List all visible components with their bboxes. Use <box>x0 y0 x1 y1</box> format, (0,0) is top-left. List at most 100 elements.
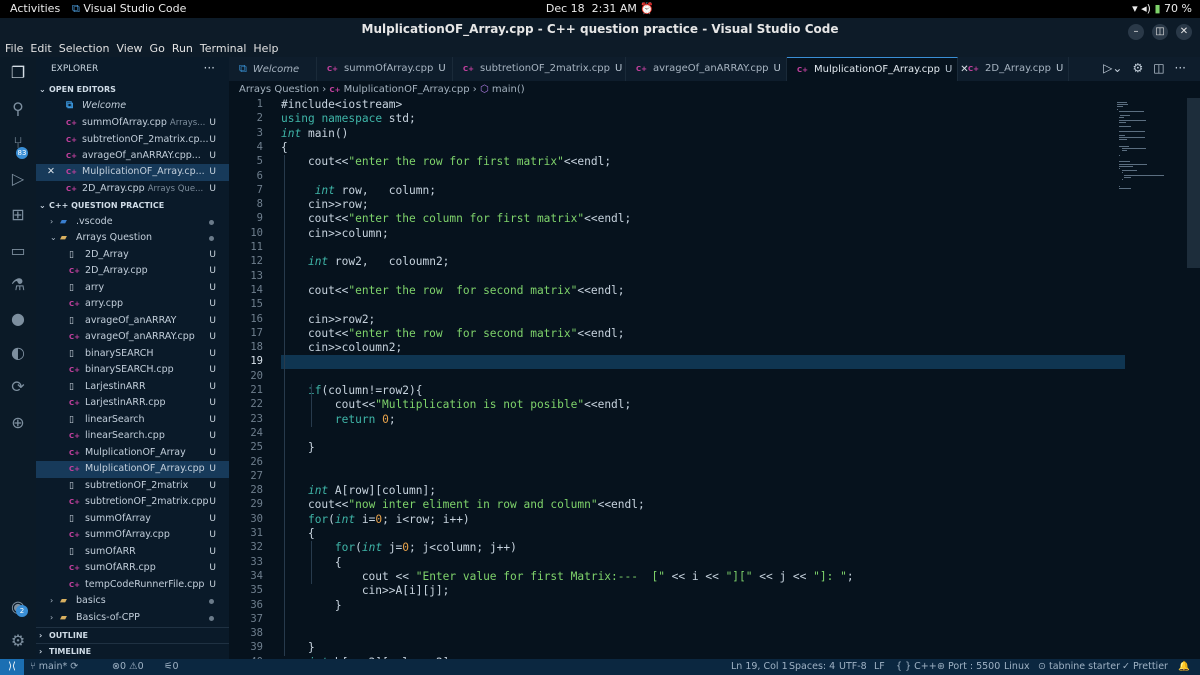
code-line[interactable]: } <box>281 599 342 612</box>
search-icon[interactable]: ⚲ <box>8 99 28 119</box>
code-line[interactable]: int row, column; <box>281 184 436 197</box>
code-line[interactable]: cin>>column; <box>281 227 389 240</box>
menu-terminal[interactable]: Terminal <box>200 42 247 55</box>
extensions-icon[interactable]: ⊞ <box>8 205 28 225</box>
open-editor-item[interactable]: C+ 2D_Array.cpp Arrays Que... U <box>36 181 229 198</box>
code-editor[interactable]: 1 #include<iostream> 2 using namespace std;… <box>229 98 1200 659</box>
breadcrumb-symbol[interactable]: main() <box>492 84 525 95</box>
menu-view[interactable]: View <box>116 42 142 55</box>
eol[interactable]: LF <box>874 659 885 675</box>
split-editor-icon[interactable]: ◫ <box>1153 61 1164 75</box>
code-line[interactable]: } <box>281 441 315 454</box>
tab-summofarray[interactable]: C+ summOfArray.cpp U <box>317 57 453 81</box>
edge-icon[interactable]: ◐ <box>8 343 28 363</box>
code-line[interactable]: cout << "Enter value for first Matrix:--… <box>281 570 854 583</box>
tree-file[interactable]: ▯ 2D_Array U <box>36 247 229 264</box>
timeline-header[interactable]: › TIMELINE <box>36 643 229 660</box>
docker-icon[interactable]: ⊕ <box>8 413 28 433</box>
tree-file[interactable]: ▯ binarySEARCH U <box>36 346 229 363</box>
code-line[interactable]: for(int i=0; i<row; i++) <box>281 513 470 526</box>
indentation[interactable]: Spaces: 4 <box>789 659 835 675</box>
github-icon[interactable]: ● <box>8 309 28 329</box>
run-debug-icon[interactable]: ▷ <box>8 169 28 189</box>
tree-folder[interactable]: › ▰ basics <box>36 593 229 610</box>
tree-file[interactable]: C+ avrageOf_anARRAY.cpp U <box>36 329 229 346</box>
tree-file[interactable]: ▯ subtretionOF_2matrix U <box>36 478 229 495</box>
tab-2d-array[interactable]: C+ 2D_Array.cpp U <box>958 57 1069 81</box>
tree-file[interactable]: ▯ arry U <box>36 280 229 297</box>
code-line[interactable]: cin>>A[i][j]; <box>281 584 450 597</box>
close-icon[interactable]: ✕ <box>36 164 55 181</box>
tab-mulplication-active[interactable]: C+ MulplicationOF_Array.cpp U ✕ <box>787 57 969 82</box>
code-line[interactable]: cout<<"enter the row for second matrix"<… <box>281 327 625 340</box>
code-line[interactable]: cin>>row; <box>281 198 369 211</box>
settings-gear-icon[interactable]: ⚙ <box>1132 61 1143 75</box>
open-editors-header[interactable]: ⌄ OPEN EDITORS <box>36 82 229 98</box>
tree-file[interactable]: ▯ avrageOf_anARRAY U <box>36 313 229 330</box>
tree-file[interactable]: C+ tempCodeRunnerFile.cpp U <box>36 577 229 594</box>
settings-gear-icon[interactable]: ⚙ <box>8 631 28 651</box>
tree-file-selected[interactable]: C+ MulplicationOF_Array.cpp U <box>36 461 229 478</box>
menu-selection[interactable]: Selection <box>59 42 110 55</box>
live-share-icon[interactable]: ⟳ <box>8 377 28 397</box>
encoding[interactable]: UTF-8 <box>839 659 867 675</box>
code-line[interactable]: cout<<"Multiplication is not posible"<<e… <box>281 398 631 411</box>
menu-run[interactable]: Run <box>172 42 193 55</box>
close-icon[interactable]: ✕ <box>1176 24 1192 40</box>
tree-file[interactable]: ▯ LarjestinARR U <box>36 379 229 396</box>
testing-icon[interactable]: ⚗ <box>8 275 28 295</box>
breadcrumb-file[interactable]: MulplicationOF_Array.cpp <box>344 84 470 95</box>
tree-file[interactable]: C+ summOfArray.cpp U <box>36 527 229 544</box>
ports-item[interactable]: ⚟0 <box>164 659 179 675</box>
open-editor-item[interactable]: C+ summOfArray.cpp Arrays... U <box>36 115 229 132</box>
tree-file[interactable]: C+ binarySEARCH.cpp U <box>36 362 229 379</box>
notifications-icon[interactable]: 🔔 <box>1178 659 1190 675</box>
tab-welcome[interactable]: ⧉ Welcome <box>229 57 317 81</box>
live-server[interactable]: ⊛ Port : 5500 <box>937 659 1000 675</box>
code-line[interactable]: int row2, coloumn2; <box>281 255 449 268</box>
prettier-item[interactable]: ✓ Prettier <box>1122 659 1168 675</box>
more-actions-icon[interactable]: ··· <box>204 61 215 75</box>
code-line[interactable]: cout<<"enter the row for first matrix"<<… <box>281 155 611 168</box>
tree-file[interactable]: C+ subtretionOF_2matrix.cpp U <box>36 494 229 511</box>
open-editor-item[interactable]: C+ avrageOf_anARRAY.cpp... U <box>36 148 229 165</box>
menu-go[interactable]: Go <box>150 42 165 55</box>
code-line[interactable]: cout<<"now inter eliment in row and colu… <box>281 498 645 511</box>
tree-folder[interactable]: › ▰ Basics-of-CPP <box>36 610 229 627</box>
code-line[interactable]: { <box>281 527 315 540</box>
os-item[interactable]: Linux <box>1004 659 1030 675</box>
branch-item[interactable]: ⑂ main* ⟳ <box>30 659 78 675</box>
open-editor-item-active[interactable]: ✕ C+ MulplicationOF_Array.cp... U <box>36 164 229 181</box>
tree-file[interactable]: C+ MulplicationOF_Array U <box>36 445 229 462</box>
tab-subtretion[interactable]: C+ subtretionOF_2matrix.cpp U <box>453 57 626 81</box>
code-line[interactable]: cout<<"enter the row for second matrix"<… <box>281 284 625 297</box>
remote-icon[interactable]: ⟩⟨ <box>0 659 24 675</box>
code-line[interactable]: } <box>281 641 315 654</box>
tree-file[interactable]: C+ LarjestinARR.cpp U <box>36 395 229 412</box>
tree-file[interactable]: C+ linearSearch.cpp U <box>36 428 229 445</box>
tab-avrage[interactable]: C+ avrageOf_anARRAY.cpp U <box>626 57 787 81</box>
tabnine-item[interactable]: ⊙ tabnine starter <box>1038 659 1120 675</box>
remote-explorer-icon[interactable]: ▭ <box>8 241 28 261</box>
run-icon[interactable]: ▷⌄ <box>1103 61 1122 75</box>
code-line[interactable]: for(int j=0; j<column; j++) <box>281 541 517 554</box>
code-line[interactable]: cout<<"enter the column for first matrix… <box>281 212 631 225</box>
tree-file[interactable]: ▯ linearSearch U <box>36 412 229 429</box>
explorer-icon[interactable]: ❐ <box>8 63 28 83</box>
code-line[interactable]: using namespace std; <box>281 112 416 125</box>
menu-edit[interactable]: Edit <box>30 42 51 55</box>
restore-icon[interactable]: ◫ <box>1152 24 1168 40</box>
problems-item[interactable]: ⊗0 ⚠0 <box>112 659 144 675</box>
minimap[interactable] <box>1117 98 1187 659</box>
code-line[interactable]: return 0; <box>281 413 396 426</box>
code-line[interactable]: if(column!=row2){ <box>281 384 423 397</box>
menu-file[interactable]: File <box>5 42 23 55</box>
clock[interactable]: Dec 18 2:31 AM ⏰ <box>0 2 1200 15</box>
tree-file[interactable]: C+ 2D_Array.cpp U <box>36 263 229 280</box>
code-line[interactable]: { <box>281 141 288 154</box>
code-line[interactable]: #include<iostream> <box>281 98 402 111</box>
open-editor-item[interactable]: C+ subtretionOF_2matrix.cp... U <box>36 132 229 149</box>
tree-folder[interactable]: ⌄ ▰ Arrays Question <box>36 230 229 247</box>
vertical-scrollbar[interactable] <box>1187 98 1200 268</box>
code-line[interactable]: cin>>row2; <box>281 313 375 326</box>
